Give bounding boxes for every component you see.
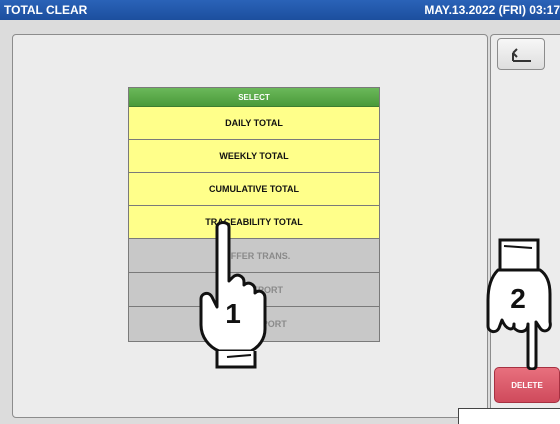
menu-item-daily-total[interactable]: DAILY TOTAL: [129, 107, 379, 140]
pointing-hand-icon-step-1: 1: [199, 221, 267, 369]
step-1-label: 1: [225, 298, 241, 329]
select-header: SELECT: [129, 88, 379, 107]
delete-button[interactable]: DELETE: [494, 367, 560, 403]
back-button[interactable]: [497, 38, 545, 70]
return-arrow-icon: [512, 48, 531, 62]
value-display: [458, 408, 560, 424]
screen-title: TOTAL CLEAR: [4, 3, 88, 17]
menu-item-weekly-total[interactable]: WEEKLY TOTAL: [129, 140, 379, 173]
title-bar: TOTAL CLEAR MAY.13.2022 (FRI) 03:17: [0, 0, 560, 20]
date-time: MAY.13.2022 (FRI) 03:17: [424, 3, 560, 17]
pointing-hand-icon-step-2: 2: [486, 238, 552, 370]
menu-item-cumulative-total[interactable]: CUMULATIVE TOTAL: [129, 173, 379, 206]
step-2-label: 2: [510, 283, 526, 314]
